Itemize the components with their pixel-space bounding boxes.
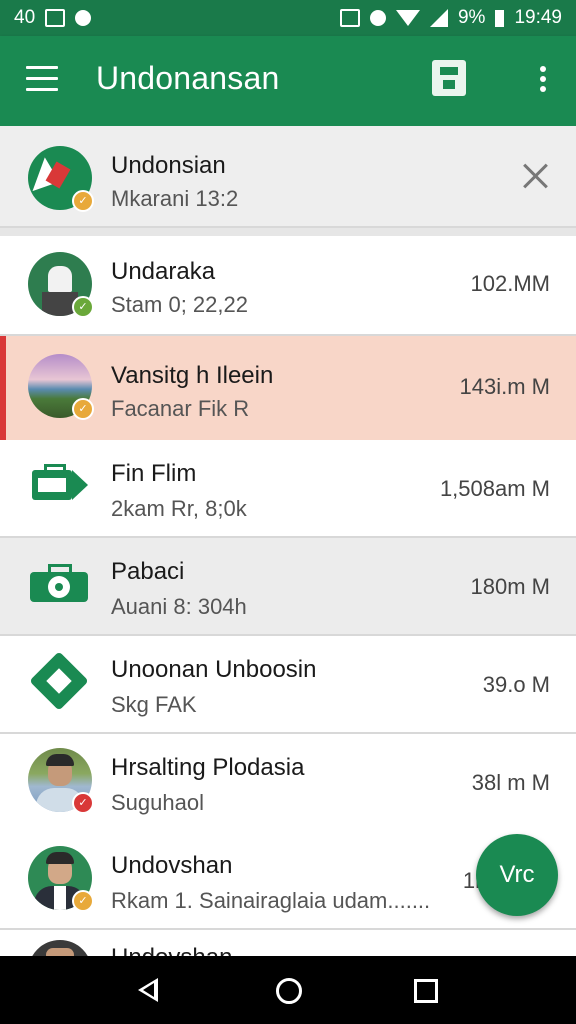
overflow-menu-icon[interactable]: [536, 66, 550, 96]
back-icon[interactable]: [138, 978, 158, 1002]
item-subtitle: 2kam Rr, 8;0k: [111, 496, 247, 521]
list-item[interactable]: Pabaci Auani 8: 304h 180m M: [0, 538, 576, 634]
item-title: Vansitg h Ileein: [111, 362, 274, 389]
battery-percent: 9%: [457, 7, 486, 28]
avatar: ✓: [28, 846, 94, 912]
list-item[interactable]: Fin Flim 2kam Rr, 8;0k 1,508am M: [0, 440, 576, 536]
home-icon[interactable]: [276, 978, 302, 1004]
battery-icon: [495, 9, 505, 27]
avatar: ✓: [28, 252, 94, 318]
list-item[interactable]: Unoonan Unboosin Skg FAK 39.o M: [0, 636, 576, 732]
item-size: 102.MM: [470, 271, 550, 296]
vibrate-icon: [339, 9, 360, 27]
list-item[interactable]: ✓ Undaraka Stam 0; 22,22 102.MM: [0, 236, 576, 334]
system-nav-bar: [0, 956, 576, 1024]
avatar: [28, 940, 92, 956]
item-size: 1,508am M: [439, 476, 550, 501]
item-subtitle: Auani 8: 304h: [111, 594, 247, 619]
clock: 19:49: [514, 7, 562, 28]
item-size: 39.o M: [482, 672, 550, 697]
item-size: 180m M: [470, 574, 550, 599]
briefcase-eye-icon: [28, 554, 92, 618]
menu-icon[interactable]: [26, 66, 58, 92]
wifi-icon: [395, 10, 420, 26]
briefcase-icon: [28, 456, 92, 520]
status-left-text: 40: [14, 7, 36, 28]
badge-icon: ✓: [72, 792, 94, 814]
item-title: Unoonan Unboosin: [111, 656, 317, 683]
list-item[interactable]: ✓ Hrsalting Plodasia Suguhaol 38l m M: [0, 734, 576, 832]
item-title: Undovshan: [111, 852, 233, 879]
list-item[interactable]: ✓ Vansitg h Ileein Facanar Fik R 143i.m …: [0, 336, 576, 440]
item-subtitle: Suguhaol: [111, 790, 204, 815]
avatar: ✓: [28, 748, 94, 814]
app-toolbar: Undonansan: [0, 36, 576, 126]
item-subtitle: Facanar Fik R: [111, 396, 250, 421]
app-title: Undonansan: [96, 60, 280, 96]
recents-icon[interactable]: [414, 979, 438, 1003]
pinned-title: Undonsian: [111, 152, 226, 179]
badge-icon: ✓: [72, 890, 94, 912]
item-title: Undaraka: [111, 258, 216, 285]
badge-icon: ✓: [72, 296, 94, 318]
divider: [0, 226, 576, 228]
alarm-icon: [369, 10, 386, 26]
item-title: Undovshan: [111, 944, 232, 956]
pinned-item[interactable]: ✓ Undonsian Mkarani 13:2: [0, 126, 576, 226]
item-title: Pabaci: [111, 558, 185, 585]
list-item[interactable]: Undovshan: [0, 930, 576, 956]
avatar: ✓: [28, 146, 94, 212]
item-title: Hrsalting Plodasia: [111, 754, 305, 781]
close-icon[interactable]: [520, 160, 552, 192]
item-title: Fin Flim: [111, 460, 197, 487]
item-size: 38l m M: [471, 770, 550, 795]
item-subtitle: Rkam 1. Sainairaglaia udam.......: [111, 888, 431, 913]
item-size: 143i.m M: [459, 374, 550, 399]
item-subtitle: Stam 0; 22,22: [111, 292, 248, 317]
file-list: ✓ Undonsian Mkarani 13:2 ✓ Undaraka Stam…: [0, 126, 576, 956]
signal-icon: [429, 9, 448, 27]
badge-icon: ✓: [72, 190, 94, 212]
avatar: ✓: [28, 354, 94, 420]
diamond-tag-icon: [28, 651, 92, 716]
fab-button[interactable]: Vrc: [476, 834, 558, 916]
save-icon[interactable]: [432, 60, 466, 96]
status-bar: 40 9% 19:49: [0, 0, 576, 36]
shield-icon: [75, 10, 92, 26]
item-subtitle: Skg FAK: [111, 692, 197, 717]
badge-icon: ✓: [72, 398, 94, 420]
pinned-subtitle: Mkarani 13:2: [111, 186, 239, 211]
notification-icon: [45, 9, 66, 27]
